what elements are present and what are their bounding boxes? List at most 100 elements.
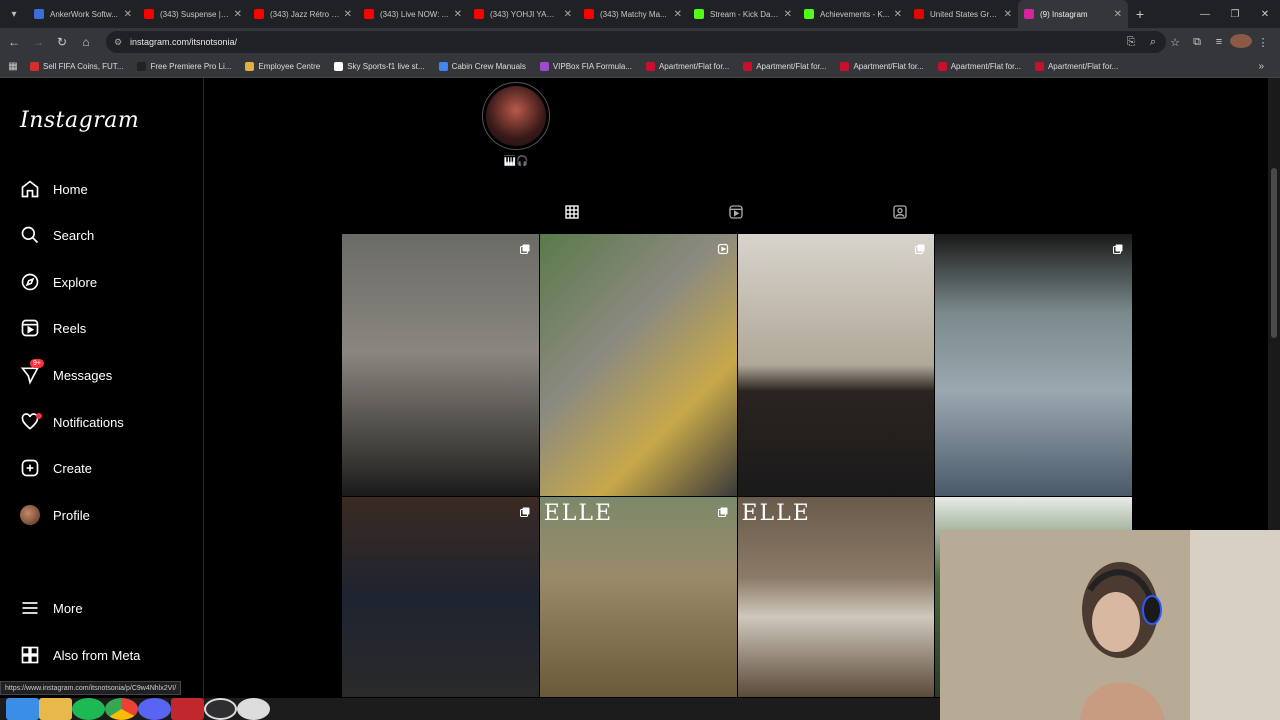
browser-tab[interactable]: (343) Jazz Rétro d... ✕ (248, 0, 358, 28)
bookmark-item[interactable]: Apartment/Flat for... (840, 62, 924, 71)
tab-tagged[interactable] (888, 202, 912, 226)
browser-tab[interactable]: (343) Matchy Ma... ✕ (578, 0, 688, 28)
bookmark-item[interactable]: Cabin Crew Manuals (438, 62, 526, 71)
browser-tab[interactable]: (343) Live NOW: ... ✕ (358, 0, 468, 28)
tab-close-icon[interactable]: ✕ (894, 9, 902, 20)
nav-search[interactable]: Search (20, 221, 94, 249)
home-button[interactable]: ⌂ (74, 28, 98, 56)
nav-more[interactable]: More (20, 594, 83, 622)
minimize-button[interactable]: — (1190, 0, 1220, 28)
carousel-icon (914, 242, 926, 254)
browser-tab[interactable]: (9) Instagram ✕ (1018, 0, 1128, 28)
nav-label: Reels (53, 320, 87, 336)
address-bar[interactable]: ⚙ instagram.com/itsnotsonia/ (106, 31, 1166, 53)
story-highlight[interactable] (482, 82, 550, 150)
nav-messages[interactable]: 9+ Messages (20, 359, 112, 389)
bookmark-item[interactable]: Sell FIFA Coins, FUT... (30, 62, 123, 71)
browser-tab[interactable]: (343) YOHJI YAM... ✕ (468, 0, 578, 28)
browser-tab[interactable]: (343) Suspense | ... ✕ (138, 0, 248, 28)
app-red-icon[interactable] (171, 698, 204, 720)
tab-label: (9) Instagram (1040, 9, 1088, 19)
spotify-icon[interactable] (72, 698, 105, 720)
new-tab-button[interactable]: + (1128, 6, 1152, 22)
browser-tab[interactable]: AnkerWork Softw... ✕ (28, 0, 138, 28)
bookmark-label: Employee Centre (258, 62, 321, 71)
tab-close-icon[interactable]: ✕ (784, 9, 792, 20)
discord-icon[interactable] (138, 698, 171, 720)
nav-reels[interactable]: Reels (20, 314, 86, 342)
tab-close-icon[interactable]: ✕ (1004, 9, 1012, 20)
bookmark-favicon-icon (30, 62, 39, 71)
obs-icon[interactable] (204, 698, 237, 720)
nav-notifications[interactable]: Notifications (20, 408, 124, 436)
bookmark-item[interactable]: Apartment/Flat for... (937, 62, 1021, 71)
nav-profile[interactable]: Profile (20, 501, 90, 529)
bookmark-star-icon[interactable]: ☆ (1164, 36, 1186, 49)
instagram-logo[interactable]: Instagram (20, 108, 139, 133)
bookmark-label: Apartment/Flat for... (756, 62, 827, 71)
tab-close-icon[interactable]: ✕ (344, 9, 352, 20)
more-bookmarks-icon[interactable]: » (1258, 61, 1264, 72)
bookmark-item[interactable]: Apartment/Flat for... (743, 62, 826, 71)
apps-icon[interactable]: ▦ (4, 61, 22, 72)
app-white-icon[interactable] (237, 698, 270, 720)
tab-label: (343) Jazz Rétro d... (270, 9, 340, 19)
extensions-icon[interactable]: ⧉ (1186, 36, 1208, 49)
post-thumbnail[interactable] (342, 497, 539, 697)
forward-button[interactable]: → (26, 28, 50, 56)
tab-close-icon[interactable]: ✕ (234, 9, 242, 20)
reel-icon (717, 242, 729, 255)
nav-home[interactable]: Home (20, 175, 88, 203)
post-thumbnail[interactable] (737, 234, 935, 496)
back-button[interactable]: ← (2, 28, 26, 56)
tab-label: Achievements - K... (820, 9, 890, 19)
tab-close-icon[interactable]: ✕ (454, 9, 462, 20)
tab-label: (343) Suspense | ... (160, 9, 230, 19)
nav-explore[interactable]: Explore (20, 268, 97, 296)
bookmark-item[interactable]: Sky Sports-f1 live st... (334, 62, 425, 71)
tab-close-icon[interactable]: ✕ (124, 9, 132, 20)
browser-tab[interactable]: Stream - Kick Das... ✕ (688, 0, 798, 28)
windows-start-icon[interactable] (6, 698, 39, 720)
bookmark-favicon-icon (438, 62, 448, 71)
bookmark-item[interactable]: Employee Centre (245, 62, 320, 71)
messages-badge: 9+ (30, 359, 44, 368)
scrollbar-thumb[interactable] (1271, 168, 1277, 338)
tab-close-icon[interactable]: ✕ (674, 9, 682, 20)
browser-tab[interactable]: United States Gra... ✕ (908, 0, 1018, 28)
bookmark-favicon-icon (1034, 62, 1044, 71)
tab-posts[interactable] (560, 202, 584, 226)
bookmark-favicon-icon (645, 62, 655, 71)
bookmark-item[interactable]: Apartment/Flat for... (1034, 62, 1118, 71)
zoom-icon[interactable]: ⌕ (1142, 36, 1164, 49)
notification-dot (36, 413, 42, 419)
post-thumbnail[interactable]: ELLE (539, 497, 737, 697)
tab-close-icon[interactable]: ✕ (1114, 9, 1122, 20)
tab-reels[interactable] (724, 202, 748, 226)
browser-tabbar: ▾ AnkerWork Softw... ✕ (343) Suspense | ..… (0, 0, 1280, 28)
site-info-icon[interactable]: ⚙ (114, 37, 124, 47)
media-control-icon[interactable]: ≡ (1208, 36, 1230, 48)
nav-also-from-meta[interactable]: Also from Meta (20, 641, 140, 669)
browser-menu-icon[interactable]: ⋮ (1252, 36, 1274, 49)
nav-label: Search (53, 227, 95, 243)
post-thumbnail[interactable]: ELLE (737, 497, 935, 697)
bookmark-item[interactable]: Apartment/Flat for... (645, 62, 729, 71)
tab-search-icon[interactable]: ▾ (0, 0, 28, 28)
install-app-icon[interactable]: ⎘ (1120, 36, 1142, 49)
bookmark-item[interactable]: VIPBox FIA Formula... (539, 62, 632, 71)
profile-avatar[interactable] (1230, 33, 1252, 51)
browser-tab[interactable]: Achievements - K... ✕ (798, 0, 908, 28)
bookmark-favicon-icon (137, 62, 147, 71)
post-thumbnail[interactable] (342, 234, 539, 496)
post-thumbnail[interactable] (539, 234, 737, 496)
maximize-button[interactable]: ❐ (1220, 0, 1250, 28)
file-explorer-icon[interactable] (39, 698, 72, 720)
bookmark-item[interactable]: Free Premiere Pro Li... (137, 62, 231, 71)
close-window-button[interactable]: ✕ (1250, 0, 1280, 28)
post-thumbnail[interactable] (935, 234, 1132, 496)
chrome-icon[interactable] (105, 698, 138, 720)
reload-button[interactable]: ↻ (50, 28, 74, 56)
nav-create[interactable]: Create (20, 454, 92, 482)
tab-close-icon[interactable]: ✕ (564, 9, 572, 20)
